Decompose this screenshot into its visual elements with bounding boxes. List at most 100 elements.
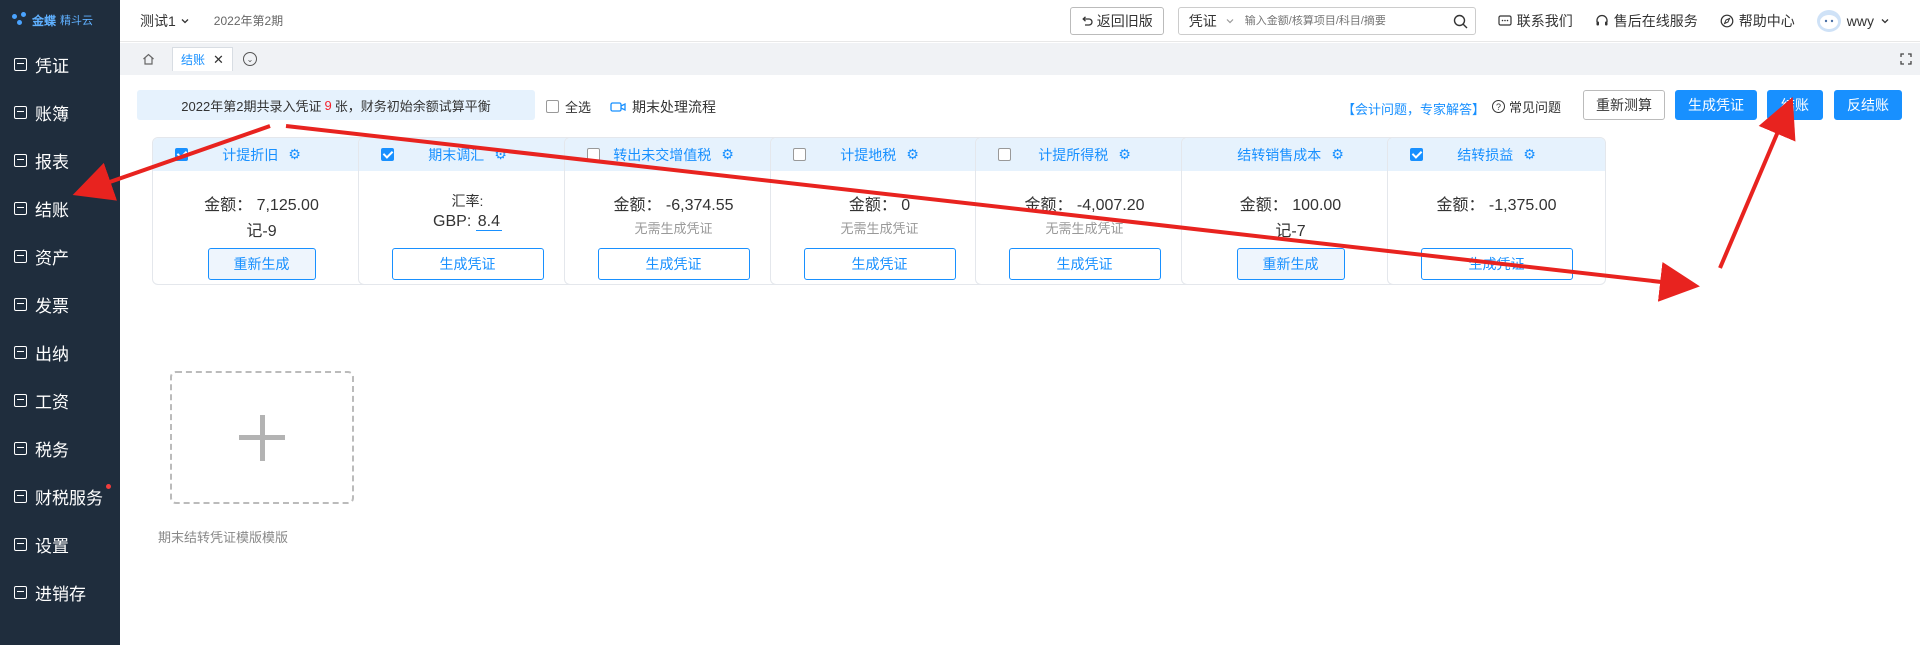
task-amount: 金额： 0 xyxy=(848,197,911,214)
sidebar-item-label: 税务 xyxy=(35,440,69,460)
card-generate-voucher-button[interactable]: 生成凭证 xyxy=(803,248,956,280)
brand-logo[interactable]: 金蝶 精斗云 xyxy=(0,0,120,40)
contact-label: 联系我们 xyxy=(1516,13,1573,29)
sidebar-item[interactable]: 工资 xyxy=(0,376,120,424)
period-summary: 2022年第2期共录入凭证 9 张，财务初始余额试算平衡 xyxy=(137,90,535,120)
service-icon xyxy=(14,489,27,503)
card-generate-voucher-button[interactable]: 生成凭证 xyxy=(1420,248,1573,280)
gear-icon[interactable]: ⚙ xyxy=(494,146,507,163)
regenerate-voucher-button[interactable]: 重新生成 xyxy=(1236,248,1345,280)
tab-more-icon[interactable]: ⌄ xyxy=(242,52,257,66)
search-icon[interactable] xyxy=(1447,8,1475,34)
task-title: 计提折旧 xyxy=(222,146,279,163)
task-checkbox[interactable] xyxy=(793,148,806,161)
salary-icon xyxy=(14,393,27,407)
voucher-number[interactable]: 记-7 xyxy=(1182,217,1399,241)
reverse-close-button[interactable]: 反结账 xyxy=(1834,90,1902,120)
chevron-down-icon xyxy=(1226,19,1234,24)
account-selector[interactable]: 测试1 xyxy=(140,11,190,31)
gear-icon[interactable]: ⚙ xyxy=(1331,146,1344,163)
fullscreen-icon[interactable] xyxy=(1900,52,1912,65)
card-generate-voucher-button[interactable]: 生成凭证 xyxy=(597,248,750,280)
sidebar-item-label: 设置 xyxy=(35,536,69,556)
gear-icon[interactable]: ⚙ xyxy=(721,146,734,163)
gear-icon[interactable]: ⚙ xyxy=(288,146,301,163)
support-link[interactable]: 售后在线服务 xyxy=(1595,11,1698,31)
closing-task-card: 计提地税 ⚙ 金额： 0 无需生成凭证 生成凭证 xyxy=(770,137,989,285)
faq-link[interactable]: ? 常见问题 xyxy=(1492,97,1561,116)
task-checkbox[interactable] xyxy=(587,148,600,161)
current-period: 2022年第2期 xyxy=(213,14,284,28)
brand-sub: 精斗云 xyxy=(60,15,94,27)
closing-content: 2022年第2期共录入凭证 9 张，财务初始余额试算平衡 全选 期末处理流程 【… xyxy=(120,75,1920,645)
voucher-icon xyxy=(14,57,27,71)
sidebar-item[interactable]: 设置 xyxy=(0,520,120,568)
sidebar-item[interactable]: 税务 xyxy=(0,424,120,472)
settings-icon xyxy=(14,537,27,551)
card-body: 汇率: GBP: 8.4 xyxy=(359,171,576,246)
user-menu[interactable]: wwy xyxy=(1816,10,1890,32)
card-generate-voucher-button[interactable]: 生成凭证 xyxy=(391,248,544,280)
add-template-button[interactable] xyxy=(170,371,354,504)
gear-icon[interactable]: ⚙ xyxy=(906,146,919,163)
task-checkbox[interactable] xyxy=(1410,148,1423,161)
summary-suffix: 张，财务初始余额试算平衡 xyxy=(334,98,491,114)
gear-icon[interactable]: ⚙ xyxy=(1118,146,1131,163)
checkbox[interactable] xyxy=(546,100,559,113)
sidebar-item-label: 工资 xyxy=(35,392,69,412)
select-all-checkbox[interactable]: 全选 xyxy=(546,97,591,116)
sidebar-item-label: 账簿 xyxy=(35,104,69,124)
sidebar-item[interactable]: 出纳 xyxy=(0,328,120,376)
sidebar-item-label: 进销存 xyxy=(35,584,86,604)
sidebar-item[interactable]: 进销存 xyxy=(0,568,120,616)
task-title: 期末调汇 xyxy=(428,146,485,163)
search-type-select[interactable]: 凭证 xyxy=(1189,11,1235,31)
closing-flow-link[interactable]: 期末处理流程 xyxy=(610,97,716,117)
close-period-button[interactable]: 结账 xyxy=(1767,90,1823,120)
rate-value-input[interactable]: 8.4 xyxy=(475,213,502,231)
sidebar-item[interactable]: 账簿 xyxy=(0,88,120,136)
task-title: 转出未交增值税 xyxy=(613,146,712,163)
back-old-version-button[interactable]: 返回旧版 xyxy=(1069,7,1164,35)
contact-us-link[interactable]: 联系我们 xyxy=(1498,11,1573,31)
search-box: 凭证 xyxy=(1177,7,1476,35)
tab-closing[interactable]: 结账 ✕ xyxy=(172,47,233,71)
undo-icon xyxy=(1082,16,1093,26)
report-icon xyxy=(14,153,27,167)
task-title: 结转销售成本 xyxy=(1237,146,1322,163)
sidebar-item[interactable]: 凭证 xyxy=(0,40,120,88)
sidebar-item[interactable]: 资产 xyxy=(0,232,120,280)
sidebar-item[interactable]: 发票 xyxy=(0,280,120,328)
video-icon xyxy=(610,102,626,112)
search-input[interactable] xyxy=(1244,15,1447,27)
card-header: 计提折旧 ⚙ xyxy=(153,138,370,171)
expert-answer-link[interactable]: 【会计问题，专家解答】 xyxy=(1342,99,1485,118)
task-title: 结转损益 xyxy=(1457,146,1514,163)
help-center-link[interactable]: 帮助中心 xyxy=(1720,11,1795,31)
sidebar-item[interactable]: 财税服务 xyxy=(0,472,120,520)
notification-dot xyxy=(106,484,111,489)
close-icon[interactable]: ✕ xyxy=(213,52,224,68)
add-template-label: 期末结转凭证模版模版 xyxy=(158,530,289,545)
task-checkbox[interactable] xyxy=(175,148,188,161)
voucher-number[interactable]: 记-9 xyxy=(153,217,370,241)
recalculate-button[interactable]: 重新测算 xyxy=(1583,90,1665,120)
gear-icon[interactable]: ⚙ xyxy=(1523,146,1536,163)
rate-currency: GBP: xyxy=(433,213,472,230)
task-checkbox[interactable] xyxy=(998,148,1011,161)
sidebar-item-label: 资产 xyxy=(35,248,69,268)
select-all-label: 全选 xyxy=(565,100,592,115)
card-header: 结转销售成本 ⚙ xyxy=(1182,138,1399,171)
closing-task-card: 计提折旧 ⚙ 金额： 7,125.00 记-9 重新生成 xyxy=(152,137,371,285)
sidebar-item-label: 出纳 xyxy=(35,344,69,364)
home-icon[interactable] xyxy=(136,48,160,70)
card-generate-voucher-button[interactable]: 生成凭证 xyxy=(1008,248,1161,280)
generate-voucher-button[interactable]: 生成凭证 xyxy=(1675,90,1757,120)
sidebar-item[interactable]: 报表 xyxy=(0,136,120,184)
task-checkbox[interactable] xyxy=(381,148,394,161)
card-body: 金额： -6,374.55 无需生成凭证 xyxy=(565,171,782,246)
sidebar-item[interactable]: 结账 xyxy=(0,184,120,232)
headset-icon xyxy=(1596,14,1608,26)
task-amount: 金额： 100.00 xyxy=(1239,197,1342,214)
regenerate-voucher-button[interactable]: 重新生成 xyxy=(207,248,316,280)
